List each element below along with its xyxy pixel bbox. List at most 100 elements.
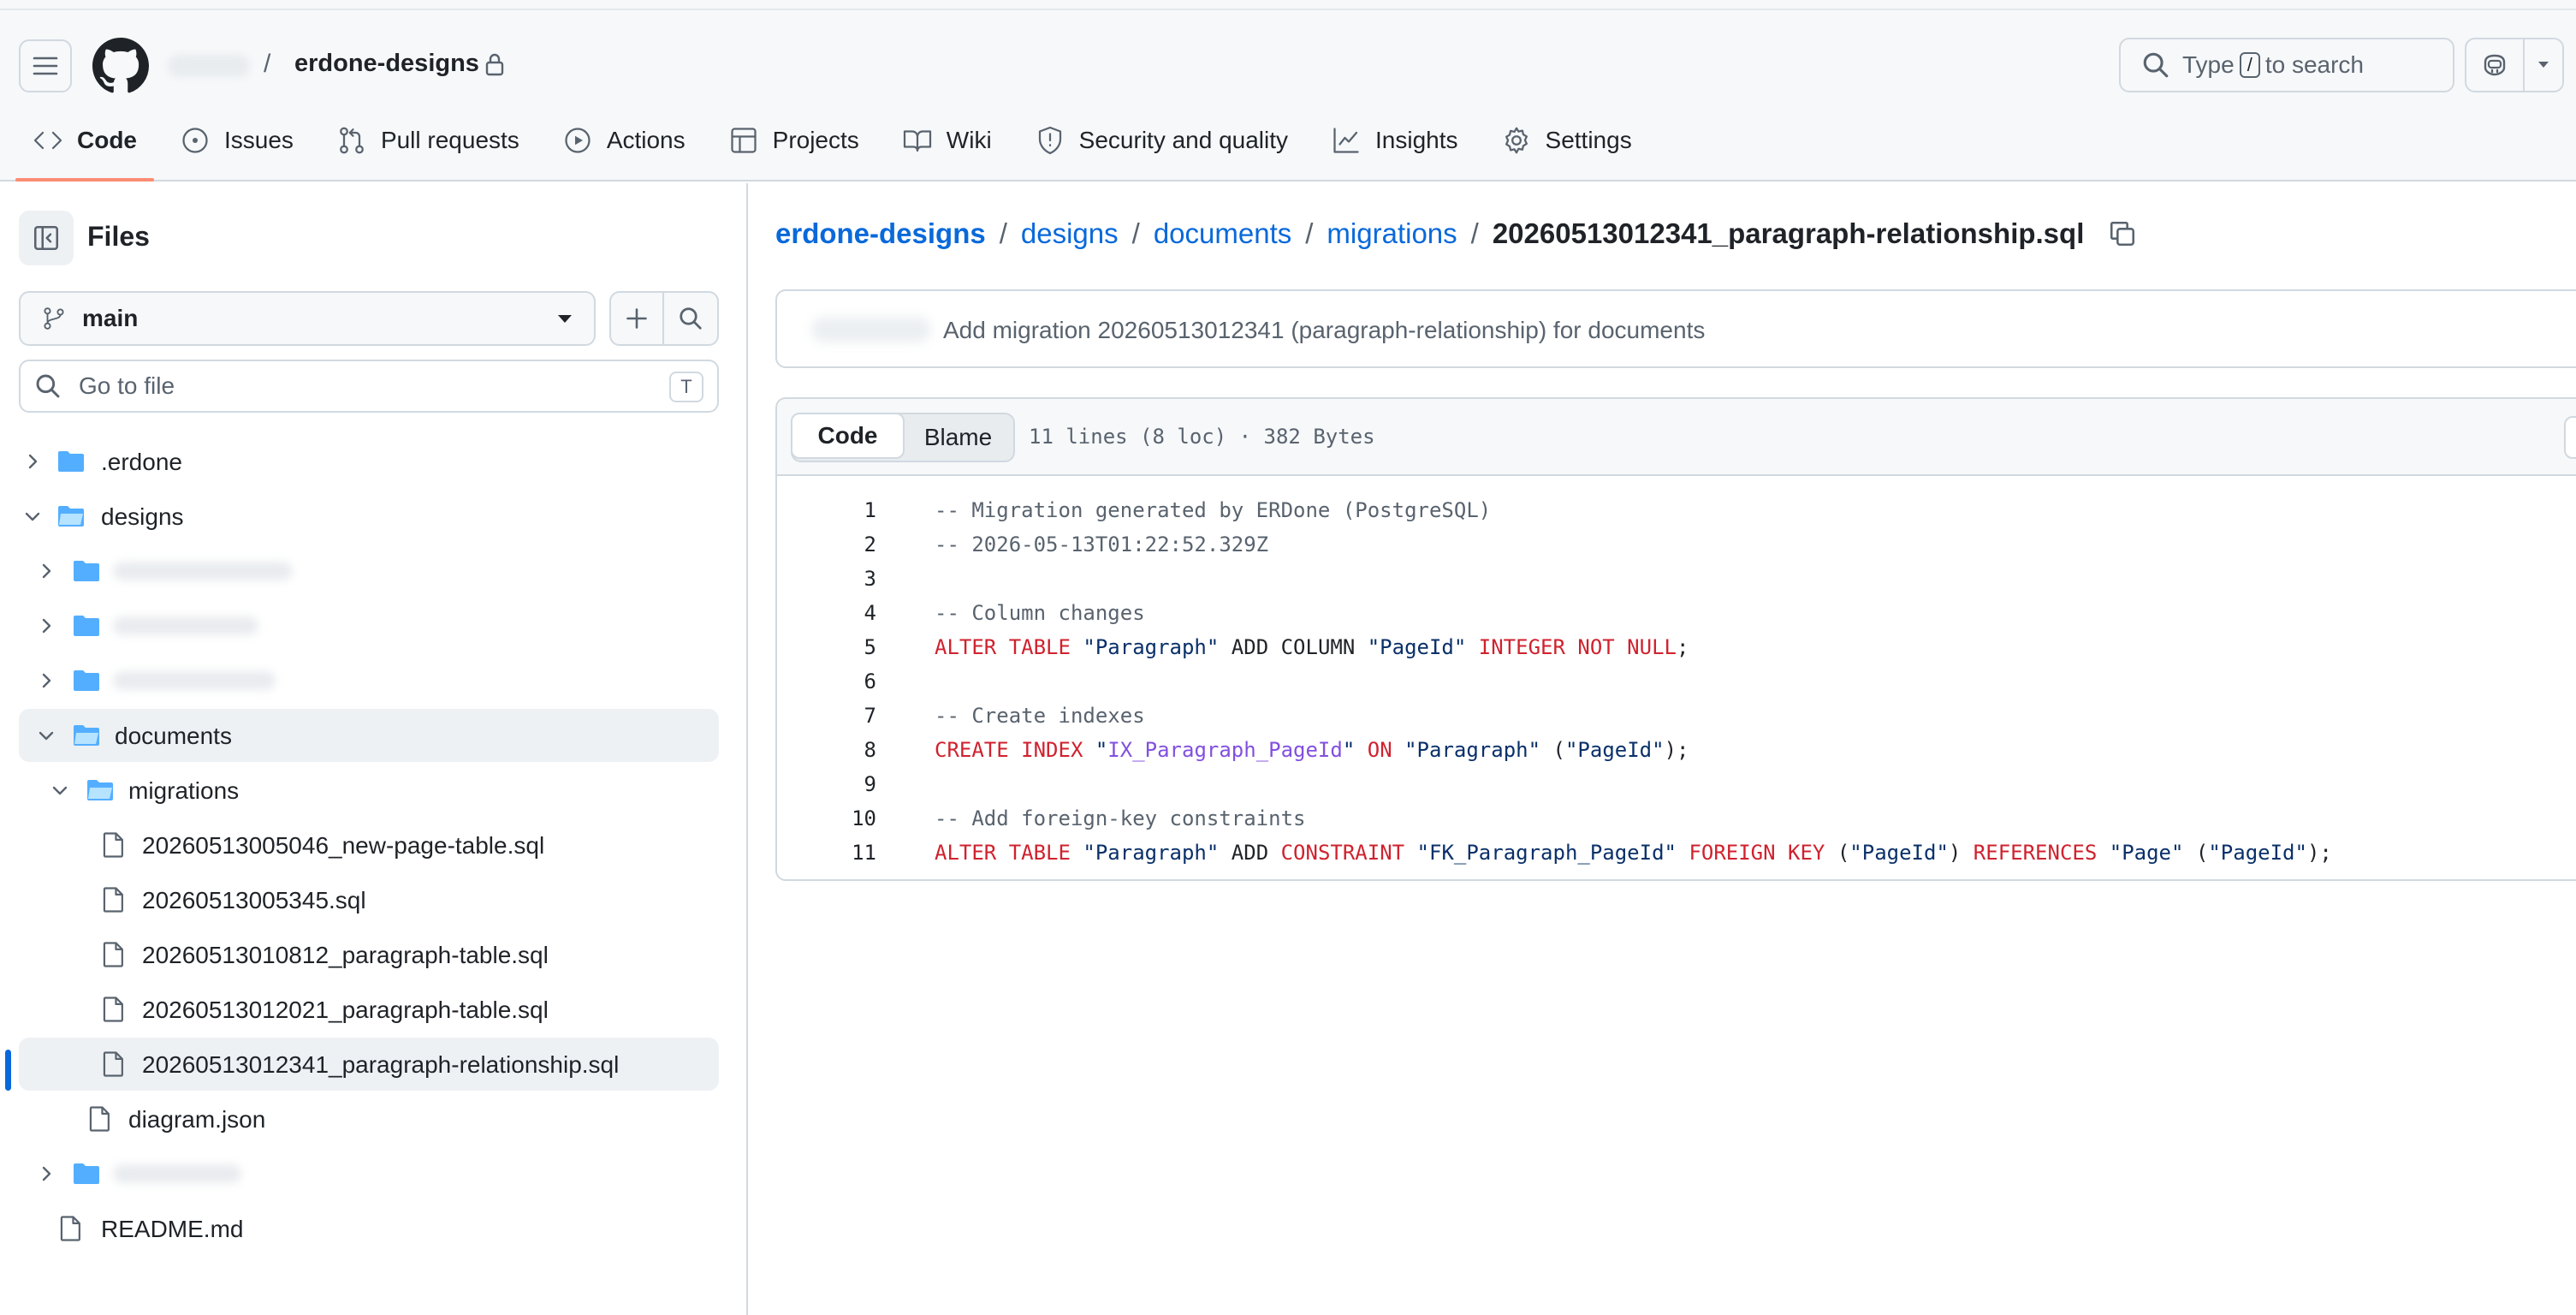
add-file-button[interactable] bbox=[611, 293, 664, 344]
code-token: CREATE INDEX bbox=[935, 738, 1095, 762]
tree-item-label: 20260513005046_new-page-table.sql bbox=[142, 832, 545, 859]
breadcrumb-designs-link[interactable]: designs bbox=[1021, 217, 1119, 250]
breadcrumb-documents-link[interactable]: documents bbox=[1154, 217, 1291, 250]
menu-button[interactable] bbox=[19, 39, 72, 92]
code-token: " bbox=[1095, 738, 1108, 762]
tab-insights[interactable]: Insights bbox=[1314, 118, 1475, 163]
line-number[interactable]: 1 bbox=[777, 493, 876, 527]
breadcrumb: erdone-designs / designs / documents / m… bbox=[775, 217, 2137, 250]
tree-item-label: 20260513010812_paragraph-table.sql bbox=[142, 942, 549, 968]
tree-item-file[interactable]: 20260513010812_paragraph-table.sql bbox=[19, 928, 719, 981]
go-to-file-input[interactable]: Go to file T bbox=[19, 360, 719, 413]
owner-name-redacted[interactable] bbox=[168, 55, 250, 77]
copilot-icon bbox=[2484, 54, 2506, 76]
commit-author-redacted[interactable] bbox=[811, 317, 931, 342]
file-icon bbox=[103, 887, 123, 913]
redacted-label bbox=[113, 562, 293, 580]
line-number[interactable]: 7 bbox=[777, 699, 876, 733]
tree-item-designs-folder[interactable]: designs bbox=[19, 490, 719, 543]
issue-icon bbox=[182, 128, 208, 153]
code-token: ADD bbox=[1219, 841, 1281, 865]
path-separator: / bbox=[264, 50, 271, 78]
tree-item-file[interactable]: 20260513012021_paragraph-table.sql bbox=[19, 983, 719, 1036]
code-token: "PageId" bbox=[2208, 841, 2307, 865]
code-token: "Paragraph" bbox=[1083, 841, 1220, 865]
file-tree-sidebar: Files main Go to file T .erdone designs bbox=[0, 183, 748, 1315]
tree-item-redacted-folder[interactable] bbox=[19, 1147, 719, 1200]
code-token: INTEGER NOT NULL bbox=[1478, 635, 1677, 659]
tree-item-migrations-folder[interactable]: migrations bbox=[19, 764, 719, 817]
tree-item-documents-folder[interactable]: documents bbox=[19, 709, 719, 762]
breadcrumb-separator: / bbox=[1131, 217, 1140, 249]
line-number[interactable]: 3 bbox=[777, 562, 876, 596]
file-icon bbox=[103, 1051, 123, 1077]
copilot-button[interactable] bbox=[2466, 39, 2525, 91]
code-token: ; bbox=[1676, 635, 1689, 659]
line-number[interactable]: 11 bbox=[777, 836, 876, 870]
global-search-input[interactable]: Type / to search bbox=[2119, 38, 2454, 92]
tree-item-file[interactable]: 20260513005046_new-page-table.sql bbox=[19, 818, 719, 872]
github-logo-icon[interactable] bbox=[92, 38, 149, 94]
sidebar-collapse-icon bbox=[33, 225, 59, 251]
line-number[interactable]: 5 bbox=[777, 630, 876, 664]
tree-item-redacted-folder[interactable] bbox=[19, 544, 719, 598]
line-number[interactable]: 4 bbox=[777, 596, 876, 630]
code-token: -- Column changes bbox=[935, 601, 1145, 625]
code-token: "PageId" bbox=[1849, 841, 1949, 865]
branch-selector[interactable]: main bbox=[19, 291, 596, 346]
redacted-label bbox=[113, 616, 258, 635]
plus-icon bbox=[626, 308, 647, 329]
breadcrumb-migrations-link[interactable]: migrations bbox=[1327, 217, 1457, 250]
tree-item-label: migrations bbox=[128, 777, 240, 804]
search-shortcut-key: / bbox=[2239, 52, 2260, 78]
folder-open-icon bbox=[87, 780, 113, 800]
tree-item-label: 20260513012021_paragraph-table.sql bbox=[142, 997, 549, 1023]
chevron-down-icon bbox=[25, 512, 40, 521]
tree-item-redacted-folder[interactable] bbox=[19, 654, 719, 707]
chevron-right-icon bbox=[42, 563, 51, 579]
code-view-button[interactable]: Code bbox=[791, 413, 905, 459]
copilot-dropdown-button[interactable] bbox=[2525, 39, 2562, 91]
folder-icon bbox=[74, 616, 99, 636]
line-number[interactable]: 8 bbox=[777, 733, 876, 767]
book-icon bbox=[903, 130, 931, 152]
code-token: "Paragraph" bbox=[1404, 738, 1541, 762]
code-token: ( bbox=[1540, 738, 1565, 762]
commit-message-link[interactable]: Add migration 20260513012341 (paragraph-… bbox=[943, 317, 1705, 344]
search-files-button[interactable] bbox=[664, 293, 717, 344]
chevron-down-icon bbox=[52, 786, 68, 795]
tree-item-label: 20260513005345.sql bbox=[142, 887, 366, 913]
file-actions-button[interactable] bbox=[2564, 416, 2576, 459]
blame-view-button[interactable]: Blame bbox=[903, 414, 1013, 461]
tab-wiki[interactable]: Wiki bbox=[885, 118, 1009, 163]
code-token: "Paragraph" bbox=[1083, 635, 1220, 659]
line-number[interactable]: 9 bbox=[777, 767, 876, 801]
line-number[interactable]: 6 bbox=[777, 664, 876, 699]
code-token: IX_Paragraph_PageId bbox=[1107, 738, 1343, 762]
chevron-right-icon bbox=[42, 1166, 51, 1181]
collapse-sidebar-button[interactable] bbox=[19, 211, 74, 265]
tab-code[interactable]: Code bbox=[15, 118, 154, 181]
tree-item-file[interactable]: 20260513005345.sql bbox=[19, 873, 719, 926]
tree-item-file[interactable]: diagram.json bbox=[19, 1092, 719, 1145]
redacted-label bbox=[113, 1164, 241, 1183]
tab-projects[interactable]: Projects bbox=[711, 118, 876, 163]
tree-item-erdone-folder[interactable]: .erdone bbox=[19, 435, 719, 488]
code-line: CREATE INDEX "IX_Paragraph_PageId" ON "P… bbox=[935, 733, 1689, 767]
tab-security[interactable]: Security and quality bbox=[1018, 118, 1305, 163]
tree-item-label: designs bbox=[101, 503, 184, 530]
tab-pull-requests[interactable]: Pull requests bbox=[319, 118, 537, 163]
tab-settings[interactable]: Settings bbox=[1484, 118, 1649, 163]
copy-path-icon[interactable] bbox=[2108, 219, 2137, 248]
tree-item-file-selected[interactable]: 20260513012341_paragraph-relationship.sq… bbox=[19, 1038, 719, 1091]
line-number[interactable]: 10 bbox=[777, 801, 876, 836]
repo-name-link[interactable]: erdone-designs bbox=[294, 50, 479, 78]
tab-label: Settings bbox=[1545, 127, 1632, 153]
code-token: ADD COLUMN bbox=[1219, 635, 1368, 659]
tab-issues[interactable]: Issues bbox=[163, 118, 311, 163]
tab-actions[interactable]: Actions bbox=[545, 118, 703, 163]
tree-item-file[interactable]: README.md bbox=[19, 1202, 719, 1255]
tree-item-redacted-folder[interactable] bbox=[19, 599, 719, 652]
breadcrumb-repo-link[interactable]: erdone-designs bbox=[775, 217, 986, 250]
line-number[interactable]: 2 bbox=[777, 527, 876, 562]
